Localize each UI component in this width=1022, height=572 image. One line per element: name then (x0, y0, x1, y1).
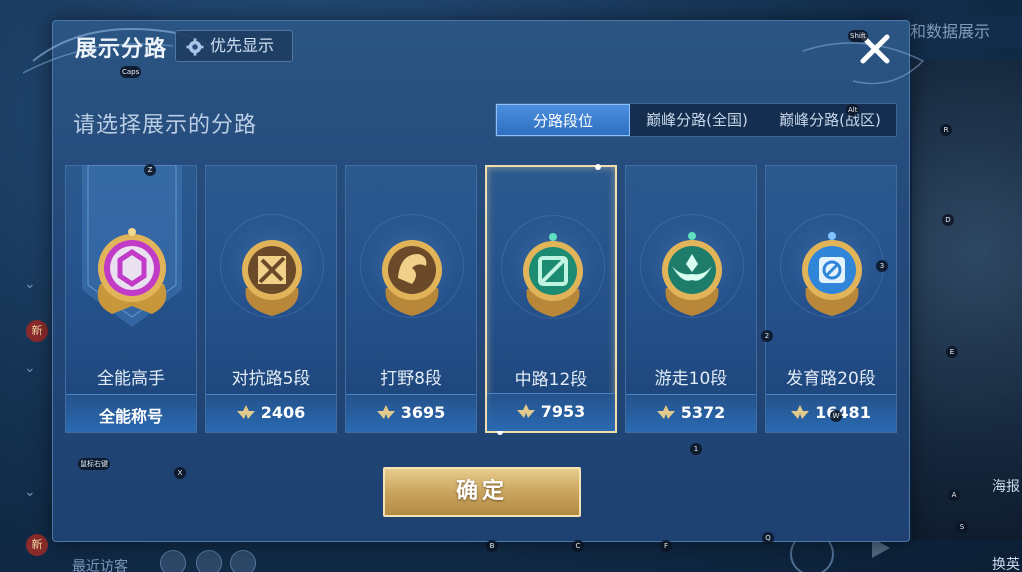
lane-card-name: 打野8段 (380, 369, 442, 389)
lane-score: 2406 (206, 403, 336, 422)
lane-card-allround[interactable]: 全能高手 全能称号 (65, 165, 197, 433)
key-hint-q: Q (762, 532, 774, 544)
key-hint-right-mouse: 鼠标右键 (78, 458, 110, 470)
lane-card-name: 全能高手 (97, 369, 165, 389)
lane-card-mid[interactable]: 中路12段 7953 (485, 164, 617, 435)
key-hint-d: D (942, 214, 954, 226)
background-left-strip: ⌄ 新 ⌄ ⌄ 新 (0, 60, 52, 572)
lane-card-footer: 3695 (346, 394, 476, 432)
background-hero-art (912, 60, 1022, 540)
key-hint-1: 1 (690, 443, 702, 455)
lane-score-value: 5372 (680, 403, 726, 422)
power-points-icon (376, 405, 395, 419)
avatar (230, 550, 256, 572)
key-hint-b: B (486, 540, 498, 552)
power-points-icon (516, 404, 535, 418)
lane-display-dialog: 展示分路 优先显示 请选择展示的分路 分路段位 巅峰分路(全国) 巅峰分路(战区… (23, 20, 925, 542)
lane-card-name: 对抗路5段 (231, 369, 311, 389)
allround-emblem-icon (97, 228, 167, 314)
dialog-title: 展示分路 (75, 37, 168, 62)
key-hint-shift: Shift (848, 30, 868, 42)
select-lane-prompt: 请选择展示的分路 (73, 113, 258, 138)
lane-score-value: 3695 (400, 403, 446, 422)
allround-title-label: 全能称号 (98, 407, 163, 426)
lane-card-footer: 5372 (626, 394, 756, 432)
lane-card-footer: 全能称号 (66, 394, 196, 432)
lane-score-value: 16481 (815, 403, 871, 422)
key-hint-caps: Caps (120, 66, 142, 78)
key-hint-f: F (660, 540, 672, 552)
key-hint-e: E (946, 346, 958, 358)
key-hint-z: Z (144, 164, 156, 176)
power-points-icon (791, 405, 810, 419)
key-hint-w: W (830, 410, 842, 422)
poster-label: 海报 (992, 479, 1020, 495)
new-badge: 新 (26, 534, 48, 556)
avatar (160, 550, 186, 572)
lane-card-footer: 2406 (206, 394, 336, 432)
power-points-icon (236, 405, 255, 419)
lane-score: 7953 (487, 402, 615, 421)
key-hint-s: S (956, 521, 968, 533)
lane-card-name: 发育路20段 (786, 369, 876, 389)
chevron-down-icon: ⌄ (24, 360, 36, 376)
confirm-button[interactable]: 确定 (383, 467, 581, 517)
lane-card-clash[interactable]: 对抗路5段 2406 (205, 165, 337, 433)
lane-tabs: 分路段位 巅峰分路(全国) 巅峰分路(战区) (495, 103, 897, 137)
avatar (196, 550, 222, 572)
power-points-icon (656, 405, 675, 419)
clash-lane-emblem-icon (242, 240, 302, 316)
lane-card-farm[interactable]: 发育路20段 16481 (765, 165, 897, 433)
lane-score-value: 2406 (260, 403, 306, 422)
gear-icon (186, 38, 204, 56)
lane-card-name: 中路12段 (514, 370, 588, 390)
change-hero-label: 换英 (992, 557, 1020, 572)
lane-score: 5372 (626, 403, 756, 422)
tab-lane-rank[interactable]: 分路段位 (496, 104, 630, 136)
new-badge: 新 (26, 320, 48, 342)
lane-score: 3695 (346, 403, 476, 422)
tab-peak-national[interactable]: 巅峰分路(全国) (630, 104, 764, 136)
lane-card-roam[interactable]: 游走10段 5372 (625, 165, 757, 433)
farm-lane-emblem-icon (802, 232, 862, 316)
jungle-emblem-icon (382, 240, 442, 316)
tab-peak-region[interactable]: 巅峰分路(战区) (764, 104, 896, 136)
lane-score-value: 7953 (540, 402, 586, 421)
key-hint-x: X (174, 467, 186, 479)
priority-display-button[interactable]: 优先显示 (175, 30, 293, 62)
chevron-down-icon: ⌄ (24, 276, 36, 292)
key-hint-a: A (948, 489, 960, 501)
key-hint-c: C (572, 540, 584, 552)
recent-visitors-label: 最近访客 (72, 559, 128, 572)
lane-card-name: 游走10段 (654, 369, 728, 389)
roam-emblem-icon (662, 232, 722, 316)
chevron-down-icon: ⌄ (24, 484, 36, 500)
mid-lane-emblem-icon (523, 233, 583, 317)
priority-display-label: 优先显示 (210, 36, 275, 55)
lane-card-jungle[interactable]: 打野8段 3695 (345, 165, 477, 433)
key-hint-2: 2 (761, 330, 773, 342)
selection-corner-dot (595, 164, 601, 170)
lane-card-footer: 7953 (487, 393, 615, 431)
key-hint-3: 3 (876, 260, 888, 272)
key-hint-r: R (940, 124, 952, 136)
